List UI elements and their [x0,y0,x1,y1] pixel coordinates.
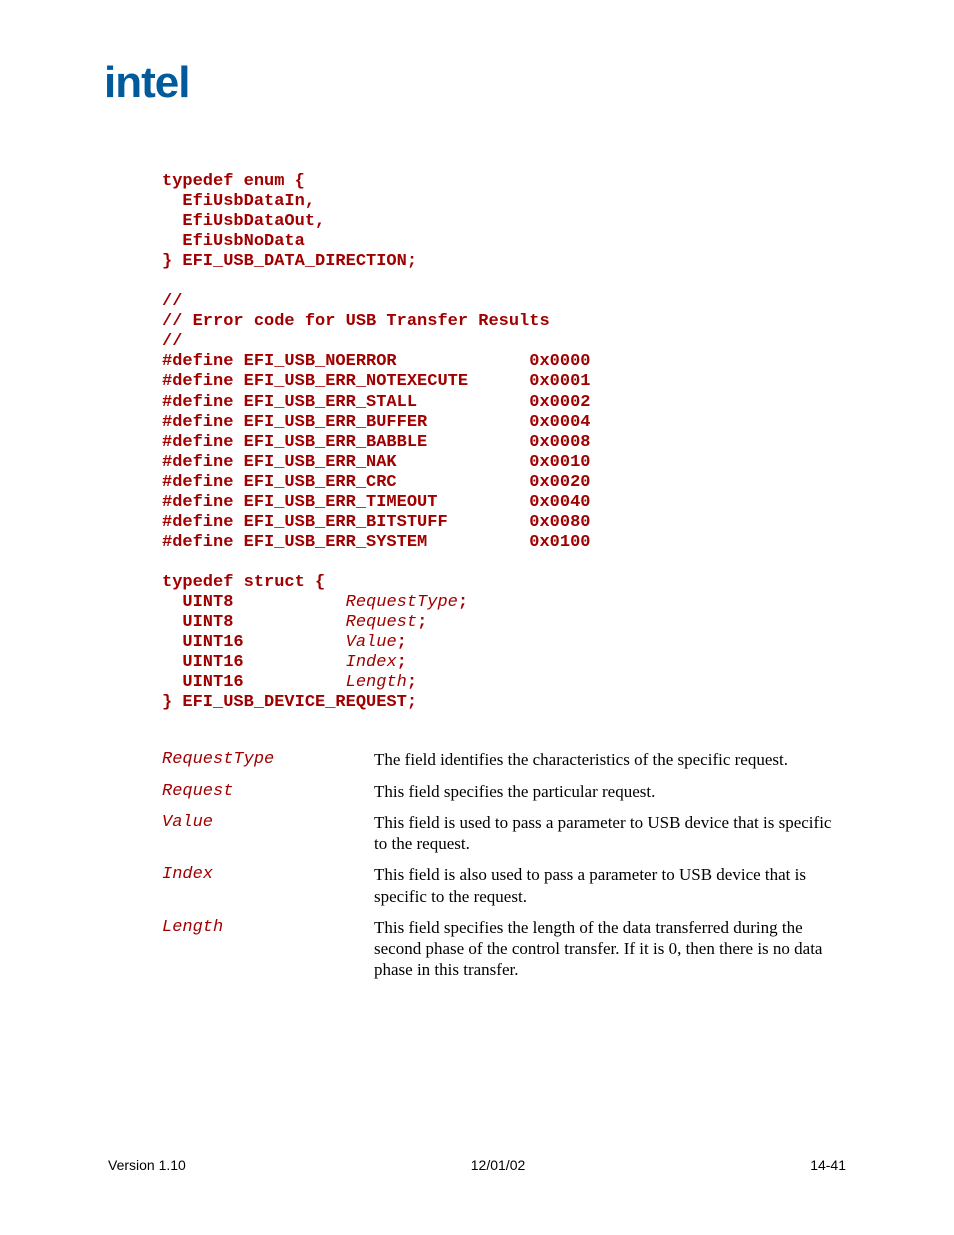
desc-definition: This field specifies the length of the d… [374,917,846,981]
code-line: // [162,332,182,351]
code-line: #define EFI_USB_ERR_BABBLE 0x0008 [162,433,590,452]
desc-term: RequestType [162,749,374,770]
code-line: #define EFI_USB_ERR_STALL 0x0002 [162,393,590,412]
desc-row: RequestType The field identifies the cha… [162,749,846,770]
desc-row: Index This field is also used to pass a … [162,864,846,907]
code-line: UINT16 Index; [162,653,407,672]
code-line: // Error code for USB Transfer Results [162,312,550,331]
desc-definition: This field specifies the particular requ… [374,781,846,802]
code-line: typedef enum { [162,172,305,191]
code-line: EfiUsbDataOut, [162,212,325,231]
code-line: UINT8 RequestType; [162,593,468,612]
code-line: UINT16 Value; [162,633,407,652]
desc-definition: This field is also used to pass a parame… [374,864,846,907]
code-line: #define EFI_USB_NOERROR 0x0000 [162,352,590,371]
desc-definition: This field is used to pass a parameter t… [374,812,846,855]
code-line: EfiUsbNoData [162,232,305,251]
desc-row: Value This field is used to pass a param… [162,812,846,855]
code-line: UINT8 Request; [162,613,427,632]
footer-date: 12/01/02 [471,1157,526,1173]
code-line: #define EFI_USB_ERR_NOTEXECUTE 0x0001 [162,372,590,391]
code-line: } EFI_USB_DEVICE_REQUEST; [162,693,417,712]
desc-term: Index [162,864,374,907]
footer-page-number: 14-41 [810,1157,846,1173]
code-line: EfiUsbDataIn, [162,192,315,211]
code-line: #define EFI_USB_ERR_TIMEOUT 0x0040 [162,493,590,512]
desc-row: Request This field specifies the particu… [162,781,846,802]
footer-version: Version 1.10 [108,1157,186,1173]
code-line: } EFI_USB_DATA_DIRECTION; [162,252,417,271]
desc-term: Value [162,812,374,855]
desc-definition: The field identifies the characteristics… [374,749,846,770]
page-footer: Version 1.10 12/01/02 14-41 [108,1157,846,1173]
code-line: #define EFI_USB_ERR_BITSTUFF 0x0080 [162,513,590,532]
desc-term: Request [162,781,374,802]
code-line: #define EFI_USB_ERR_BUFFER 0x0004 [162,413,590,432]
description-list: RequestType The field identifies the cha… [162,749,846,980]
intel-logo: intel [104,58,846,108]
code-line: UINT16 Length; [162,673,417,692]
code-line: typedef struct { [162,573,325,592]
code-line: #define EFI_USB_ERR_SYSTEM 0x0100 [162,533,590,552]
code-block: typedef enum { EfiUsbDataIn, EfiUsbDataO… [162,172,846,713]
code-line: #define EFI_USB_ERR_NAK 0x0010 [162,453,590,472]
code-line: #define EFI_USB_ERR_CRC 0x0020 [162,473,590,492]
desc-term: Length [162,917,374,981]
desc-row: Length This field specifies the length o… [162,917,846,981]
code-line: // [162,292,182,311]
